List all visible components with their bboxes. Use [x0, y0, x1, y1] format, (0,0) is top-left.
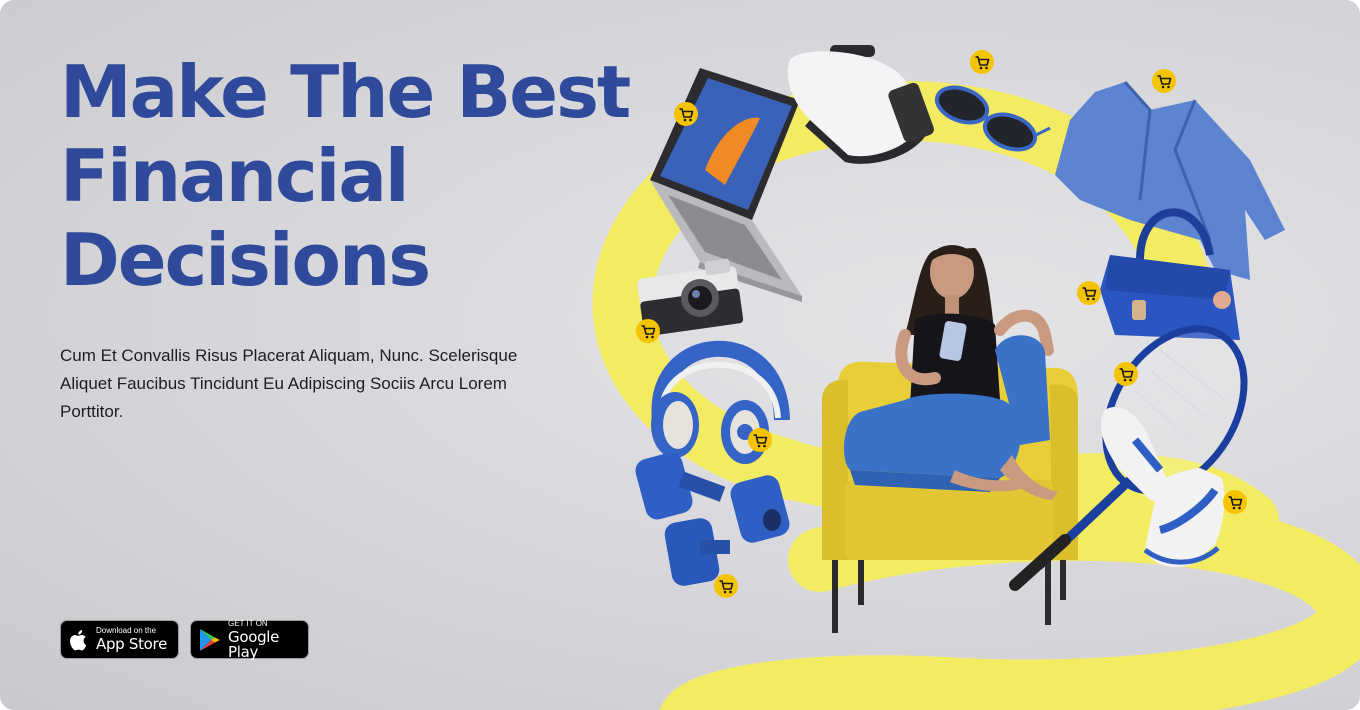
- shopping-cart-icon: [635, 318, 661, 344]
- shopping-cart-icon: [1113, 361, 1139, 387]
- headline-line-3: Decisions: [60, 218, 431, 302]
- shopping-cart-icon: [747, 427, 773, 453]
- hero-headline: Make The Best Financial Decisions: [60, 50, 631, 302]
- google-play-icon: [200, 628, 220, 651]
- apple-icon: [70, 629, 87, 650]
- shopping-cart-icon: [1222, 489, 1248, 515]
- google-play-button[interactable]: GET IT ON Google Play: [190, 618, 309, 661]
- google-play-label: Google Play: [228, 627, 280, 661]
- app-store-label: App Store: [96, 635, 168, 653]
- shopping-cart-icon: [673, 101, 699, 127]
- hero-banner: Make The Best Financial Decisions Cum Et…: [0, 0, 1360, 710]
- headline-line-1: Make The Best: [60, 50, 631, 134]
- shopping-cart-icon: [1076, 280, 1102, 306]
- headline-line-2: Financial: [60, 134, 410, 218]
- shopping-cart-icon: [1151, 68, 1177, 94]
- google-play-small-label: GET IT ON: [228, 618, 268, 628]
- app-store-small-label: Download on the: [96, 626, 157, 635]
- hero-description: Cum Et Convallis Risus Placerat Aliquam,…: [60, 346, 518, 421]
- shopping-cart-icon: [969, 49, 995, 75]
- shopping-cart-icon: [713, 573, 739, 599]
- app-store-text: Download on the App Store: [96, 627, 167, 652]
- google-play-text: GET IT ON Google Play: [228, 618, 300, 661]
- illustration-canvas: [592, 45, 1360, 710]
- app-store-button[interactable]: Download on the App Store: [60, 620, 179, 659]
- store-badges: Download on the App Store GET IT ON Goog…: [60, 618, 309, 661]
- shopping-illustration: [580, 0, 1360, 710]
